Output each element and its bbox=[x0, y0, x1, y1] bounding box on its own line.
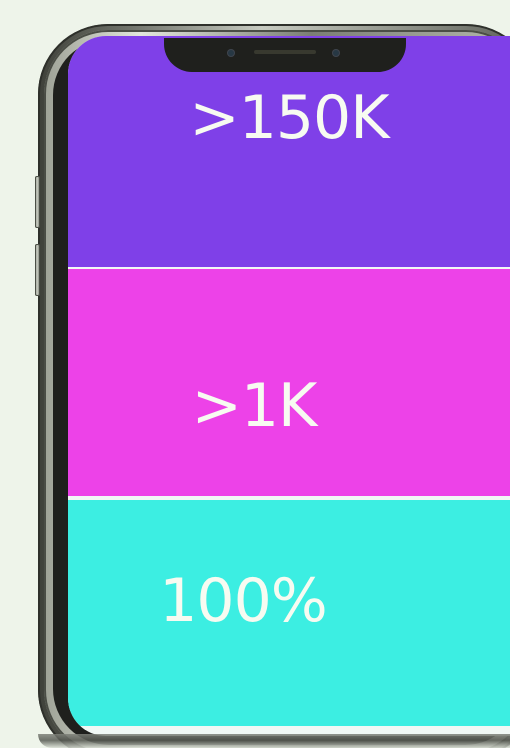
phone-mockup-stage: >150K >1K 100% bbox=[0, 0, 510, 748]
phone-bottom-edge bbox=[38, 734, 510, 748]
phone-notch bbox=[164, 38, 406, 72]
stat-panel-2: >1K bbox=[68, 269, 510, 496]
camera-sensor-icon bbox=[227, 49, 235, 57]
volume-up-button-icon bbox=[35, 176, 40, 228]
volume-down-button-icon bbox=[35, 244, 40, 296]
stat-value-2: >1K bbox=[191, 370, 318, 441]
stat-value-1: >150K bbox=[189, 82, 389, 153]
stat-value-3: 100% bbox=[159, 566, 328, 636]
phone-screen: >150K >1K 100% bbox=[68, 36, 510, 736]
stat-panel-3: 100% bbox=[68, 500, 510, 726]
camera-sensor-icon bbox=[332, 49, 340, 57]
stat-divider-3 bbox=[68, 726, 510, 730]
speaker-grille-icon bbox=[254, 50, 316, 54]
